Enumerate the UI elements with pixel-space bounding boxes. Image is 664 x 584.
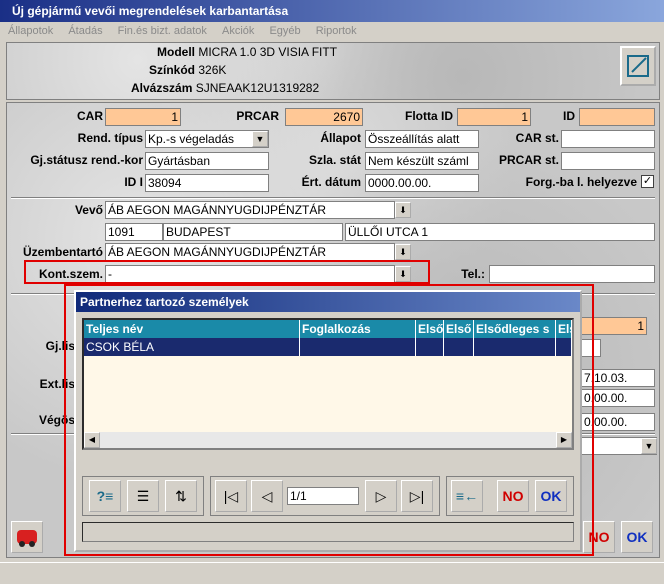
rend-tipus-label: Rend. típus [77,131,143,145]
tel-field[interactable] [489,265,655,283]
tel-label: Tel.: [461,267,485,281]
vevo-label: Vevő [74,203,103,217]
menu-bar: Állapotok Átadás Fin.és bizt. adatok Akc… [0,22,664,40]
szla-stat-label: Szla. stát [308,153,361,167]
kont-szem-highlight [24,260,430,284]
car-icon [17,530,37,547]
divider [11,197,655,199]
ert-datum-field[interactable]: 0000.00.00. [365,174,479,192]
car-st-field[interactable] [561,130,655,148]
id-field[interactable] [579,108,655,126]
car-label: CAR [77,109,103,123]
menu-item-fin[interactable]: Fin.és bizt. adatok [118,25,207,37]
id2-field[interactable]: 38094 [145,174,269,192]
rend-tipus-select[interactable]: Kp.-s végeladás [145,130,269,148]
flotta-id-field[interactable]: 1 [457,108,531,126]
main-ok-button[interactable]: OK [621,521,653,553]
forg-label: Forg.-ba l. helyezve [525,175,637,189]
menu-item-allapotok[interactable]: Állapotok [8,25,53,37]
vevo-field[interactable]: ÁB AEGON MAGÁNNYUGDIJPÉNZTÁR [105,201,395,219]
lookup-arrow-icon[interactable]: ⬇ [395,202,411,218]
irsz-field[interactable]: 1091 [105,223,163,241]
edit-icon [627,55,649,77]
menu-item-akciok[interactable]: Akciók [222,25,254,37]
id2-label: ID I [124,175,143,189]
prcar-field[interactable]: 2670 [285,108,363,126]
menu-item-riportok[interactable]: Riportok [316,25,357,37]
flotta-id-label: Flotta ID [405,109,453,123]
prcar-st-field[interactable] [561,152,655,170]
forg-checkbox[interactable]: ✓ [641,175,654,188]
utca-field[interactable]: ÜLLŐI UTCA 1 [345,223,655,241]
alvazszam-value: SJNEAAK12U1319282 [195,81,320,95]
car-field[interactable]: 1 [105,108,181,126]
szinkod-label: Színkód [149,63,196,77]
uzembentarto-field[interactable]: ÁB AEGON MAGÁNNYUGDIJPÉNZTÁR [105,243,395,261]
menu-item-egyeb[interactable]: Egyéb [269,25,300,37]
car-icon-button[interactable] [11,521,43,553]
varos-field[interactable]: BUDAPEST [163,223,343,241]
ert-datum-label: Ért. dátum [301,175,361,189]
allapot-label: Állapot [320,131,361,145]
lookup-arrow-icon[interactable]: ⬇ [395,244,411,260]
ok-label: OK [626,529,648,545]
chevron-down-icon[interactable]: ▼ [252,131,268,147]
prcar-st-label: PRCAR st. [498,153,559,167]
szinkod-value: 326K [198,63,227,77]
dialog-highlight [64,284,594,556]
menu-item-atadas[interactable]: Átadás [68,25,102,37]
modell-label: Modell [157,45,195,59]
gjstatusz-field[interactable]: Gyártásban [145,152,269,170]
car-st-label: CAR st. [515,131,559,145]
modell-value: MICRA 1.0 3D VISIA FITT [198,45,338,59]
window-title: Új gépjármű vevői megrendelések karbanta… [0,0,664,22]
status-bar [0,562,664,584]
allapot-field[interactable]: Összeállítás alatt [365,130,479,148]
szla-stat-field[interactable]: Nem készült száml [365,152,479,170]
prcar-label: PRCAR [236,109,279,123]
edit-button[interactable] [620,46,656,86]
id-label: ID [563,109,575,123]
chevron-down-icon[interactable]: ▼ [641,438,657,454]
uzembentarto-label: Üzembentartó [22,245,103,259]
alvazszam-label: Alvázszám [131,81,193,95]
gjstatusz-label: Gj.státusz rend.-kor [30,153,143,167]
vehicle-header: Modell MICRA 1.0 3D VISIA FITT Színkód 3… [6,42,660,100]
